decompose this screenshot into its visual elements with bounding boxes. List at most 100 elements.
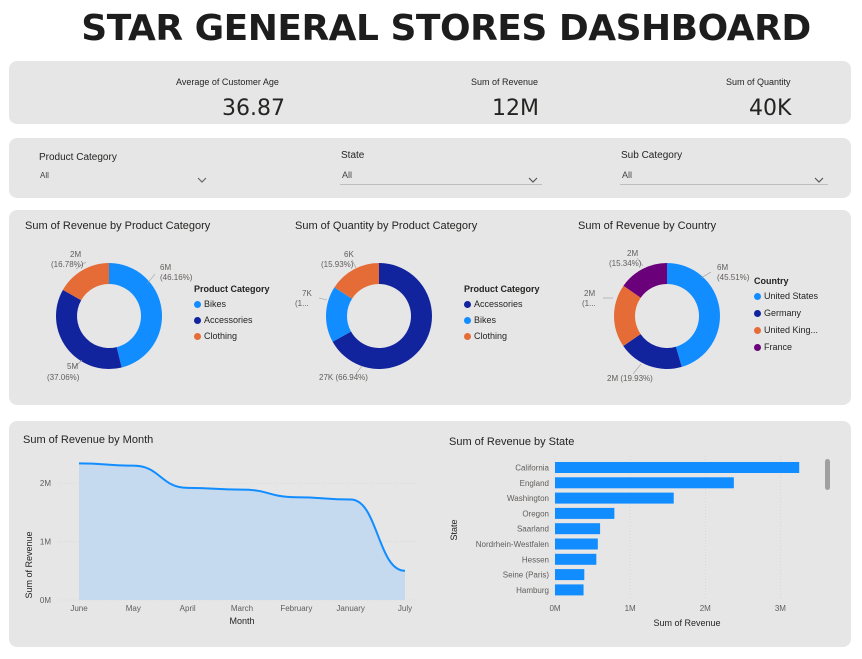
y-tick-label: 0M xyxy=(40,596,51,605)
bar-nordrhein-westfalen[interactable] xyxy=(555,538,598,550)
donut-label-clothing-value: 6K xyxy=(344,250,354,259)
chevron-down-icon xyxy=(813,171,825,189)
slicer-label-state: State xyxy=(341,150,365,161)
legend-dot xyxy=(194,316,201,324)
x-tick-label: June xyxy=(70,604,88,613)
scrollbar-thumb[interactable] xyxy=(825,459,830,490)
y-tick-label: Seine (Paris) xyxy=(503,571,550,580)
legend-label: Clothing xyxy=(474,331,508,341)
x-tick-label: April xyxy=(180,604,196,613)
slicer-value-product-category: All xyxy=(40,171,49,180)
area-chart-revenue-by-month: 0M 1M 2M June May April March February January J… xyxy=(24,462,418,626)
donut-chart-revenue-by-country: 6M (45.51%) 2M (15.34%) 2M (1... 2M (19.… xyxy=(582,249,750,383)
bar-oregon[interactable] xyxy=(555,507,615,519)
legend-item-united-kingdom[interactable]: United King... xyxy=(754,325,818,335)
x-tick-label: February xyxy=(280,604,312,613)
legend-label: Bikes xyxy=(474,315,497,325)
legend-item-united-states[interactable]: United States xyxy=(754,291,818,301)
bar-chart-revenue-by-state: California England Washington Oregon Saarlan… xyxy=(449,456,800,628)
y-tick-label: Nordrhein-Westfalen xyxy=(476,540,549,549)
donut-label-clothing-value: 2M xyxy=(70,250,81,259)
y-tick-label: Saarland xyxy=(517,525,549,534)
kpi-panel xyxy=(9,61,851,124)
slicer-label-sub-category: Sub Category xyxy=(621,150,683,161)
x-tick-label: 3M xyxy=(775,604,786,613)
slicer-underline xyxy=(340,184,542,185)
y-tick-label: 1M xyxy=(40,538,51,547)
bar-california[interactable] xyxy=(555,462,800,473)
bar-hamburg[interactable] xyxy=(555,584,584,596)
donut-label-bikes-value: 6M xyxy=(160,263,171,272)
legend-dot xyxy=(464,332,471,340)
y-tick-label: 2M xyxy=(40,479,51,488)
bar-england[interactable] xyxy=(555,477,734,489)
slicer-value-state: All xyxy=(342,170,353,180)
donut-chart-quantity-by-category: 6K (15.93%) 7K (1... 27K (66.94%) xyxy=(295,250,432,382)
legend-item-bikes[interactable]: Bikes xyxy=(194,299,270,309)
slicer-underline xyxy=(620,184,828,185)
kpi-value-quantity: 40K xyxy=(749,96,792,121)
x-tick-label: March xyxy=(231,604,253,613)
donut-label-us-value: 6M xyxy=(717,263,728,272)
y-tick-label: Washington xyxy=(507,494,549,503)
legend-label: United King... xyxy=(764,325,819,335)
donut-slice-accessories[interactable] xyxy=(56,289,122,369)
bar-washington[interactable] xyxy=(555,492,674,504)
chart-title-revenue-by-month: Sum of Revenue by Month xyxy=(23,434,154,446)
legend-item-accessories[interactable]: Accessories xyxy=(194,315,270,325)
legend-dot xyxy=(754,326,761,334)
legend-item-bikes[interactable]: Bikes xyxy=(464,315,540,325)
dashboard-title: STAR GENERAL STORES DASHBOARD xyxy=(81,8,811,49)
bar-seine-paris-[interactable] xyxy=(555,569,585,581)
legend-item-germany[interactable]: Germany xyxy=(754,308,818,318)
slicer-dropdown-product-category[interactable]: All xyxy=(38,168,210,184)
x-tick-label: May xyxy=(126,604,141,613)
kpi-value-customer-age: 36.87 xyxy=(222,96,285,121)
legend-title: Product Category xyxy=(464,284,540,294)
legend-dot xyxy=(464,316,471,324)
y-axis-title: State xyxy=(449,519,459,540)
chart-title-revenue-by-category: Sum of Revenue by Product Category xyxy=(25,220,211,232)
donut-label-germany-value: 2M (19.93%) xyxy=(607,374,653,383)
x-tick-label: 1M xyxy=(625,604,636,613)
legend-dot xyxy=(754,343,761,351)
chevron-down-icon xyxy=(196,171,208,189)
slicer-dropdown-sub-category[interactable]: All xyxy=(620,167,828,185)
slicer-dropdown-state[interactable]: All xyxy=(340,167,542,185)
legend-item-accessories[interactable]: Accessories xyxy=(464,299,540,309)
legend-label: Bikes xyxy=(204,299,227,309)
legend-quantity-by-category: Product Category Accessories Bikes Cloth… xyxy=(464,284,540,341)
x-tick-label: July xyxy=(398,604,412,613)
y-axis-title: Sum of Revenue xyxy=(24,531,34,598)
donut-label-accessories-value: 5M xyxy=(67,362,78,371)
legend-item-france[interactable]: France xyxy=(754,342,818,352)
x-tick-label: 2M xyxy=(700,604,711,613)
donut-label-uk-value: 2M xyxy=(584,289,595,298)
donut-label-uk-pct: (1... xyxy=(582,299,596,308)
x-tick-label: 0M xyxy=(549,604,560,613)
legend-label: Accessories xyxy=(204,315,253,325)
y-tick-label: Hessen xyxy=(522,555,549,564)
legend-dot xyxy=(194,300,201,308)
donut-label-france-pct: (15.34%) xyxy=(609,259,642,268)
slicer-value-sub-category: All xyxy=(622,170,633,180)
legend-title: Product Category xyxy=(194,284,270,294)
legend-label: Clothing xyxy=(204,331,238,341)
donut-label-clothing-pct: (15.93%) xyxy=(321,260,354,269)
kpi-label-customer-age: Average of Customer Age xyxy=(176,77,279,87)
legend-dot xyxy=(464,300,471,308)
donut-label-bikes-pct: (1... xyxy=(295,299,309,308)
donut-label-clothing-pct: (16.78%) xyxy=(51,260,84,269)
legend-label: Germany xyxy=(764,308,802,318)
y-tick-label: Hamburg xyxy=(516,586,549,595)
donut-label-france-value: 2M xyxy=(627,249,638,258)
chart-title-revenue-by-state: Sum of Revenue by State xyxy=(449,436,575,448)
legend-item-clothing[interactable]: Clothing xyxy=(194,331,270,341)
bar-saarland[interactable] xyxy=(555,523,601,535)
x-axis-title: Sum of Revenue xyxy=(653,618,720,628)
kpi-value-revenue: 12M xyxy=(492,96,539,121)
donut-label-accessories-pct: (37.06%) xyxy=(47,373,80,382)
bar-hessen[interactable] xyxy=(555,553,597,565)
legend-item-clothing[interactable]: Clothing xyxy=(464,331,540,341)
y-tick-label: California xyxy=(515,464,549,473)
